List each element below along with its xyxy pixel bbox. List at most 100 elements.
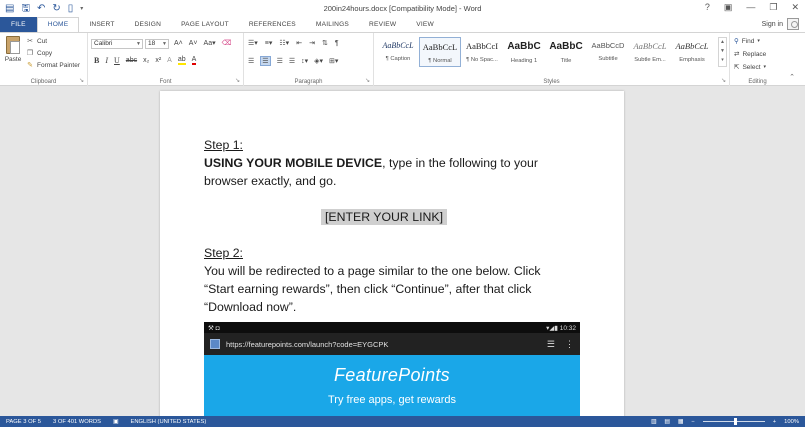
font-size-select[interactable]: 18 ▼ (145, 39, 169, 49)
replace-button[interactable]: ⇄ Replace (734, 50, 766, 59)
grow-font-icon[interactable]: A˄ (174, 40, 183, 47)
style-subtitle[interactable]: AaBbCcD Subtitle (587, 37, 629, 67)
zoom-level[interactable]: 100% (784, 419, 799, 425)
step2-paragraph: You will be redirected to a page similar… (204, 264, 541, 314)
bold-icon[interactable]: B (94, 56, 99, 65)
paragraph-align-tools: ☰ ☰ ☰ ☰ ↕▾ ◈▾ ⊞▾ (248, 56, 338, 66)
style-emphasis[interactable]: AaBbCcL Emphasis (671, 37, 713, 67)
page-count[interactable]: PAGE 3 OF 5 (0, 419, 47, 425)
undo-icon[interactable]: ↶ (37, 3, 45, 14)
close-icon[interactable]: ✕ (791, 2, 799, 13)
line-spacing-icon[interactable]: ↕▾ (301, 57, 308, 65)
ribbon-display-icon[interactable]: ▣ (724, 2, 733, 13)
shrink-font-icon[interactable]: A˅ (189, 40, 198, 47)
align-left-icon[interactable]: ☰ (248, 57, 254, 65)
align-center-icon[interactable]: ☰ (260, 56, 271, 66)
sign-in-label[interactable]: Sign in (762, 21, 783, 28)
change-case-icon[interactable]: Aa▾ (204, 39, 216, 47)
tab-references[interactable]: REFERENCES (239, 17, 306, 32)
zoom-slider-thumb[interactable] (733, 418, 737, 425)
zoom-slider[interactable] (702, 418, 765, 425)
style-title[interactable]: AaBbC Title (545, 37, 587, 67)
page-content[interactable]: Step 1: USING YOUR MOBILE DEVICE, type i… (204, 136, 564, 316)
numbering-icon[interactable]: ≡▾ (265, 39, 273, 47)
sort-icon[interactable]: ⇅ (322, 39, 328, 47)
tab-insert[interactable]: INSERT (79, 17, 124, 32)
phone-url-bar: https://featurepoints.com/launch?code=EY… (204, 333, 580, 355)
show-marks-icon[interactable]: ¶ (335, 40, 339, 47)
editing-group-label: Editing (748, 79, 767, 85)
tab-review[interactable]: REVIEW (359, 17, 406, 32)
paste-button[interactable]: Paste (3, 36, 23, 74)
phone-notification-icons: ⚒ ◘ (208, 324, 220, 332)
format-painter-label: Format Painter (37, 61, 80, 69)
multilevel-list-icon[interactable]: ☷▾ (279, 39, 289, 47)
redo-icon[interactable]: ↻ (52, 3, 60, 14)
style-normal[interactable]: AaBbCcL ¶ Normal (419, 37, 461, 67)
paragraph-list-tools: ☰▾ ≡▾ ☷▾ ⇤ ⇥ ⇅ ¶ (248, 39, 339, 48)
collapse-ribbon-icon[interactable]: ⌃ (789, 73, 795, 81)
style-no-spacing[interactable]: AaBbCcI ¶ No Spac... (461, 37, 503, 67)
style-subtle-emphasis[interactable]: AaBbCcL Subtle Em... (629, 37, 671, 67)
font-name-select[interactable]: Calibri ▼ (91, 39, 143, 49)
link-placeholder[interactable]: [ENTER YOUR LINK] (321, 209, 447, 225)
clear-formatting-icon[interactable]: ⌫ (222, 39, 232, 47)
help-icon[interactable]: ? (705, 2, 710, 13)
superscript-icon[interactable]: x² (155, 57, 161, 64)
select-button[interactable]: ⇱ Select ▾ (734, 63, 766, 72)
subscript-icon[interactable]: x₂ (143, 57, 149, 64)
borders-icon[interactable]: ⊞▾ (329, 57, 338, 65)
customize-qat-icon[interactable]: ▾ (80, 4, 83, 14)
align-right-icon[interactable]: ☰ (277, 57, 283, 65)
increase-indent-icon[interactable]: ⇥ (309, 39, 315, 47)
style-heading-1[interactable]: AaBbC Heading 1 (503, 37, 545, 67)
cut-button[interactable]: ✂ Cut (26, 37, 47, 46)
tab-mailings[interactable]: MAILINGS (306, 17, 359, 32)
document-page[interactable]: Step 1: USING YOUR MOBILE DEVICE, type i… (160, 91, 624, 416)
new-document-icon[interactable]: ▯ (68, 3, 74, 14)
styles-launcher-icon[interactable]: ↘ (721, 77, 726, 84)
text-effects-icon[interactable]: A (167, 57, 172, 64)
avatar-icon[interactable] (787, 18, 799, 30)
tab-view[interactable]: VIEW (406, 17, 444, 32)
decrease-indent-icon[interactable]: ⇤ (296, 39, 302, 47)
strikethrough-icon[interactable]: abc (126, 57, 137, 64)
paragraph-launcher-icon[interactable]: ↘ (365, 77, 370, 84)
tab-design[interactable]: DESIGN (125, 17, 171, 32)
zoom-out-icon[interactable]: − (691, 419, 694, 425)
embedded-screenshot[interactable]: ⚒ ◘ ▾◢▮ 10:32 https://featurepoints.com/… (204, 322, 580, 416)
style-caption[interactable]: AaBbCcL ¶ Caption (377, 37, 419, 67)
more-styles-icon[interactable]: ▾ (719, 56, 726, 65)
format-painter-button[interactable]: ✎ Format Painter (26, 61, 80, 70)
shading-icon[interactable]: ◈▾ (314, 57, 323, 65)
underline-icon[interactable]: U (114, 56, 120, 65)
justify-icon[interactable]: ☰ (289, 57, 295, 65)
chevron-up-icon[interactable]: ▲ (719, 38, 726, 47)
style-preview: AaBbCcL (422, 42, 458, 52)
copy-button[interactable]: ❐ Copy (26, 49, 52, 58)
italic-icon[interactable]: I (105, 56, 108, 65)
proofing-icon[interactable]: ▣ (107, 419, 124, 425)
save-icon[interactable]: 🖫 (21, 3, 30, 14)
minimize-icon[interactable]: — (746, 2, 755, 13)
read-mode-icon[interactable]: ▥ (651, 419, 656, 425)
language[interactable]: ENGLISH (UNITED STATES) (125, 419, 213, 425)
clipboard-launcher-icon[interactable]: ↘ (79, 77, 84, 84)
sign-in[interactable]: Sign in (762, 18, 799, 30)
highlight-icon[interactable]: ab (177, 56, 186, 65)
print-layout-icon[interactable]: ▤ (664, 419, 669, 425)
restore-icon[interactable]: ❐ (769, 2, 777, 13)
styles-scroll[interactable]: ▲ ▼ ▾ (718, 37, 727, 67)
word-count[interactable]: 3 OF 401 WORDS (47, 419, 107, 425)
style-name: Emphasis (679, 57, 705, 63)
find-button[interactable]: ⚲ Find ▾ (734, 37, 760, 46)
web-layout-icon[interactable]: ▦ (678, 419, 683, 425)
zoom-in-icon[interactable]: + (773, 419, 776, 425)
tab-file[interactable]: FILE (0, 17, 37, 32)
font-launcher-icon[interactable]: ↘ (235, 77, 240, 84)
font-color-icon[interactable]: A (191, 56, 197, 65)
tab-home[interactable]: HOME (36, 17, 80, 32)
bullets-icon[interactable]: ☰▾ (248, 39, 258, 47)
chevron-down-icon[interactable]: ▼ (719, 47, 726, 56)
tab-page-layout[interactable]: PAGE LAYOUT (171, 17, 239, 32)
